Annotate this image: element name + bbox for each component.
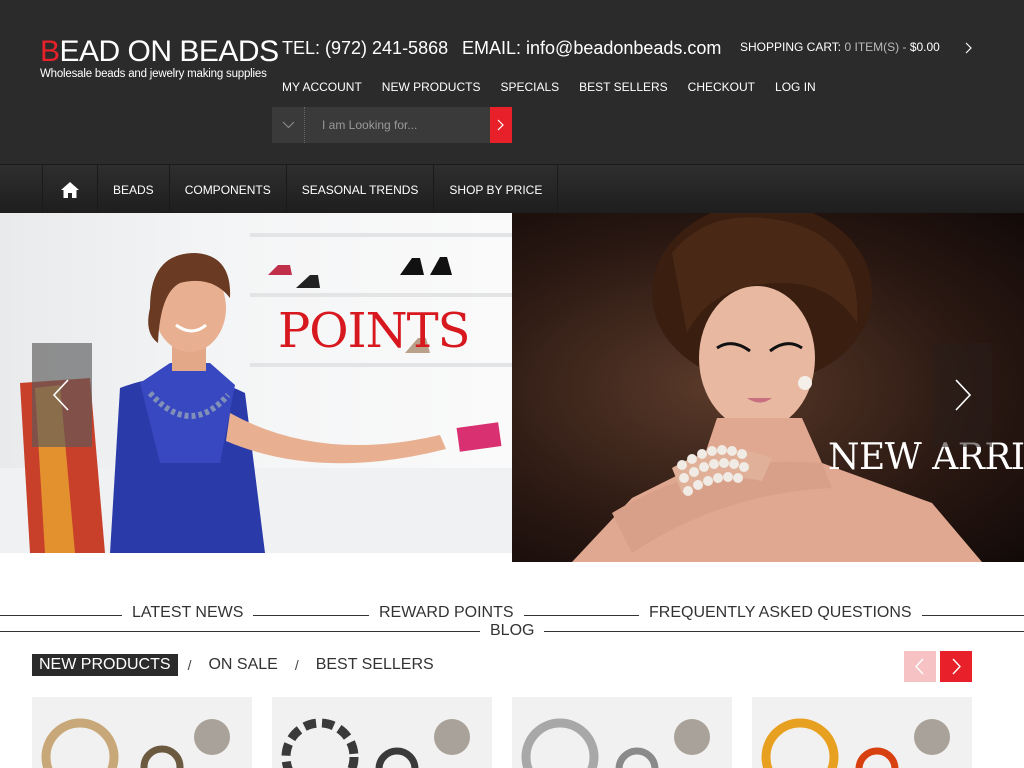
menu-seasonal-trends[interactable]: SEASONAL TRENDS: [287, 165, 435, 214]
link-faq[interactable]: FREQUENTLY ASKED QUESTIONS: [639, 604, 922, 622]
menu-shop-by-price[interactable]: SHOP BY PRICE: [434, 165, 559, 214]
product-card[interactable]: [752, 697, 972, 768]
nav-checkout[interactable]: CHECKOUT: [688, 80, 755, 94]
site-logo[interactable]: BEAD ON BEADS Wholesale beads and jewelr…: [40, 35, 279, 86]
nav-new-products[interactable]: NEW PRODUCTS: [382, 80, 481, 94]
tab-separator: /: [294, 657, 299, 673]
cart-label: SHOPPING CART:: [740, 40, 842, 54]
tab-separator: /: [187, 657, 192, 673]
tab-new-products[interactable]: NEW PRODUCTS: [32, 654, 178, 676]
slider-prev-button[interactable]: [32, 343, 92, 447]
link-reward-points[interactable]: REWARD POINTS: [369, 604, 524, 622]
nav-my-account[interactable]: MY ACCOUNT: [282, 80, 362, 94]
home-icon: [61, 181, 79, 198]
search-category-toggle[interactable]: [272, 107, 305, 143]
slider-next-button[interactable]: [932, 343, 992, 447]
main-menu: BEADS COMPONENTS SEASONAL TRENDS SHOP BY…: [0, 164, 1024, 214]
tab-on-sale[interactable]: ON SALE: [201, 654, 284, 676]
carousel-prev-button[interactable]: [904, 651, 936, 682]
product-image: [521, 718, 710, 768]
search-input[interactable]: [310, 107, 490, 143]
nav-best-sellers[interactable]: BEST SELLERS: [579, 80, 668, 94]
menu-home[interactable]: [43, 165, 98, 214]
banner-points-title: POINTS: [278, 303, 471, 359]
nav-log-in[interactable]: LOG IN: [775, 80, 816, 94]
chevron-down-icon: [282, 121, 295, 129]
carousel-next-button[interactable]: [940, 651, 972, 682]
tab-best-sellers[interactable]: BEST SELLERS: [309, 654, 441, 676]
shopping-cart-summary[interactable]: SHOPPING CART: 0 ITEM(S) - $0.00: [740, 40, 940, 54]
chevron-right-icon: [497, 119, 504, 131]
product-card[interactable]: [512, 697, 732, 768]
search-bar: [272, 107, 512, 143]
logo-tagline: Wholesale beads and jewelry making suppl…: [40, 68, 267, 80]
product-image: [281, 718, 470, 768]
logo-initial: B: [40, 35, 60, 68]
product-image: [761, 718, 950, 768]
arrow-left-icon: [52, 379, 69, 411]
menu-components[interactable]: COMPONENTS: [170, 165, 287, 214]
link-blog[interactable]: BLOG: [480, 622, 545, 640]
product-card[interactable]: [32, 697, 252, 768]
product-tabs: NEW PRODUCTS / ON SALE / BEST SELLERS: [32, 654, 441, 676]
product-carousel: [32, 697, 992, 768]
chevron-right-icon[interactable]: [960, 40, 976, 56]
search-button[interactable]: [490, 107, 512, 143]
arrow-right-icon: [955, 379, 972, 411]
site-header: BEAD ON BEADS Wholesale beads and jewelr…: [0, 0, 1024, 164]
logo-name: EAD ON BEADS: [59, 35, 280, 68]
nav-specials[interactable]: SPECIALS: [500, 80, 559, 94]
arrow-right-icon: [952, 658, 961, 675]
banner-new-arrivals-title: NEW ARRIVALS: [828, 437, 1024, 478]
logo-wordmark: BEAD ON BEADS: [40, 35, 279, 68]
phone-number: TEL: (972) 241-5868: [282, 38, 449, 58]
link-latest-news[interactable]: LATEST NEWS: [122, 604, 254, 622]
info-links: LATEST NEWS REWARD POINTS FREQUENTLY ASK…: [0, 600, 1024, 640]
cart-item-count: 0 ITEM(S) -: [844, 40, 907, 54]
email-address: EMAIL: info@beadonbeads.com: [462, 38, 722, 58]
top-navigation: MY ACCOUNT NEW PRODUCTS SPECIALS BEST SE…: [282, 80, 836, 94]
product-card[interactable]: [272, 697, 492, 768]
cart-total: $0.00: [909, 40, 940, 54]
arrow-left-icon: [915, 658, 924, 675]
product-image: [41, 718, 230, 768]
menu-beads[interactable]: BEADS: [98, 165, 170, 214]
